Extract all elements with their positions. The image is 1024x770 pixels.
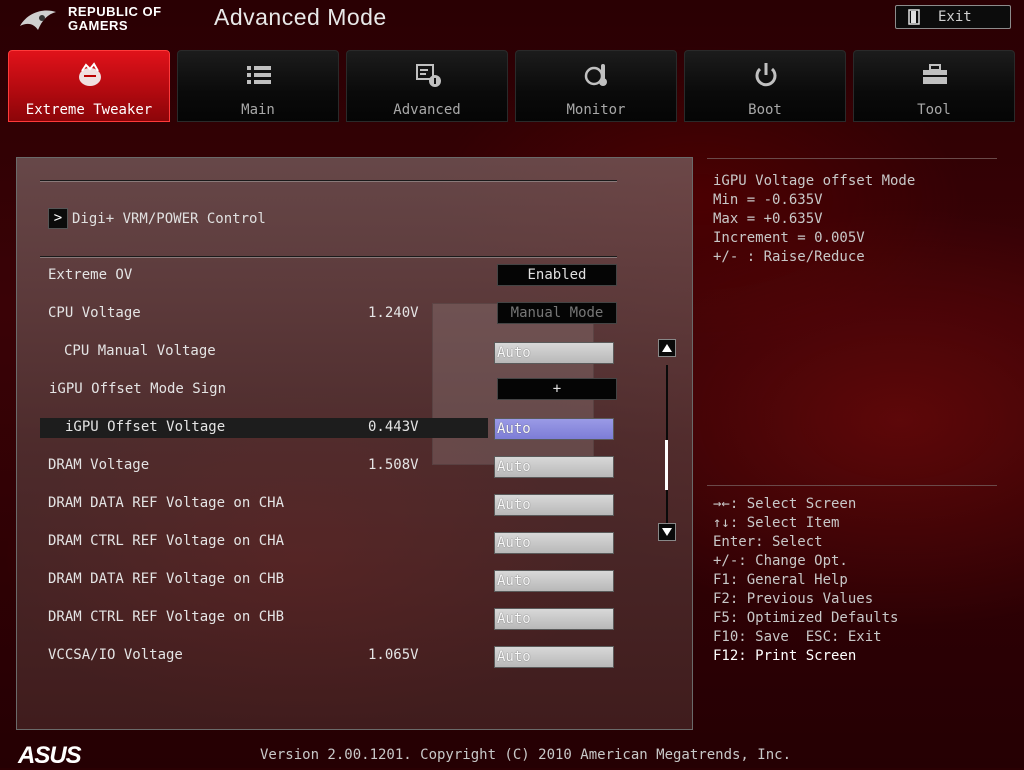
field-value: Auto	[497, 345, 531, 361]
cpu-voltage-select[interactable]: Manual Mode	[497, 302, 617, 324]
key-hint: F12: Print Screen	[713, 648, 857, 664]
help-description: iGPU Voltage offset Mode Min = -0.635V Max…	[713, 172, 915, 267]
tab-main[interactable]: Main	[177, 50, 339, 122]
submenu-label: Digi+ VRM/POWER Control	[72, 211, 266, 227]
help-line: Min = -0.635V	[713, 192, 823, 208]
tab-label: Tool	[917, 102, 951, 118]
help-line: +/- : Raise/Reduce	[713, 249, 865, 265]
setting-label: CPU Voltage	[48, 305, 141, 321]
toolbox-icon	[923, 64, 947, 84]
key-hint: ↑↓: Select Item	[713, 515, 840, 531]
setting-label: Extreme OV	[48, 267, 133, 283]
dram-ctrl-ref-cha-input[interactable]: Auto	[494, 532, 614, 554]
chevron-right-icon: >	[48, 208, 68, 229]
thermometer-icon	[584, 64, 607, 86]
setting-value: 1.240V	[368, 305, 419, 321]
scroll-up-button[interactable]	[658, 339, 676, 357]
brand-text: REPUBLIC OF GAMERS	[68, 5, 162, 33]
setting-value: 1.065V	[368, 647, 419, 663]
key-hint: F2: Previous Values	[713, 591, 874, 607]
setting-label: DRAM DATA REF Voltage on CHA	[48, 495, 285, 511]
setting-label: DRAM DATA REF Voltage on CHB	[48, 571, 285, 587]
help-divider	[707, 158, 997, 159]
exit-button[interactable]: Exit	[895, 5, 1011, 29]
key-hint: F10: Save ESC: Exit	[713, 629, 882, 645]
key-hint: →←: Select Screen	[713, 496, 857, 512]
setting-value: 1.508V	[368, 457, 419, 473]
field-value: Auto	[497, 611, 531, 627]
triangle-down-icon	[662, 528, 672, 536]
key-hint: Enter: Select	[713, 534, 823, 550]
settings-monitor-icon	[416, 64, 441, 87]
brand-line-1: REPUBLIC OF	[68, 4, 162, 19]
field-value: Auto	[497, 421, 531, 437]
tab-label: Boot	[748, 102, 782, 118]
tab-extreme-tweaker[interactable]: Extreme Tweaker	[8, 50, 170, 122]
field-value: Manual Mode	[510, 305, 604, 321]
field-value: Auto	[497, 649, 531, 665]
divider	[40, 256, 617, 258]
setting-label: DRAM CTRL REF Voltage on CHA	[48, 533, 285, 549]
list-icon	[247, 66, 271, 84]
tab-tool[interactable]: Tool	[853, 50, 1015, 122]
page-title: Advanced Mode	[214, 4, 387, 30]
field-value: Enabled	[527, 267, 587, 283]
tab-monitor[interactable]: Monitor	[515, 50, 677, 122]
header-bar: REPUBLIC OF GAMERS Advanced Mode Exit	[0, 0, 1024, 40]
exit-label: Exit	[938, 9, 972, 25]
field-value: Auto	[497, 497, 531, 513]
field-value: Auto	[497, 535, 531, 551]
triangle-up-icon	[662, 344, 672, 352]
setting-label: DRAM Voltage	[48, 457, 150, 473]
help-line: Max = +0.635V	[713, 211, 823, 227]
setting-label: DRAM CTRL REF Voltage on CHB	[48, 609, 285, 625]
rog-logo-icon	[20, 10, 56, 31]
key-hint: +/-: Change Opt.	[713, 553, 848, 569]
setting-value: 0.443V	[368, 419, 419, 435]
tab-label: Advanced	[393, 102, 461, 118]
extreme-tweaker-icon	[79, 62, 101, 86]
setting-label: iGPU Offset Voltage	[65, 419, 226, 435]
setting-label: VCCSA/IO Voltage	[48, 647, 183, 663]
key-legend: →←: Select Screen ↑↓: Select Item Enter: S…	[713, 495, 898, 666]
help-line: Increment = 0.005V	[713, 230, 865, 246]
tab-bar: Extreme Tweaker Main Advanced Monitor Bo…	[8, 50, 1016, 122]
igpu-offset-voltage-input[interactable]: Auto	[494, 418, 614, 440]
divider	[40, 180, 617, 182]
vccsa-io-voltage-input[interactable]: Auto	[494, 646, 614, 668]
cpu-manual-voltage-input[interactable]: Auto	[494, 342, 614, 364]
tab-label: Main	[241, 102, 275, 118]
scrollbar-thumb[interactable]	[665, 440, 668, 490]
scroll-down-button[interactable]	[658, 523, 676, 541]
tab-advanced[interactable]: Advanced	[346, 50, 508, 122]
dram-ctrl-ref-chb-input[interactable]: Auto	[494, 608, 614, 630]
brand-line-2: GAMERS	[68, 18, 129, 33]
asus-logo: ASUS	[18, 742, 82, 769]
exit-door-icon	[908, 9, 920, 25]
igpu-offset-sign-select[interactable]: +	[497, 378, 617, 400]
setting-row-igpu-offset-voltage: iGPU Offset Voltage 0.443V	[40, 418, 488, 438]
dram-data-ref-chb-input[interactable]: Auto	[494, 570, 614, 592]
setting-label: iGPU Offset Mode Sign	[49, 381, 227, 397]
field-value: Auto	[497, 573, 531, 589]
power-icon	[755, 63, 777, 87]
setting-label: CPU Manual Voltage	[64, 343, 216, 359]
field-value: Auto	[497, 459, 531, 475]
extreme-ov-select[interactable]: Enabled	[497, 264, 617, 286]
version-text: Version 2.00.1201. Copyright (C) 2010 Am…	[260, 747, 792, 763]
tab-label: Monitor	[566, 102, 626, 118]
help-line: iGPU Voltage offset Mode	[713, 173, 916, 189]
tab-boot[interactable]: Boot	[684, 50, 846, 122]
tab-label: Extreme Tweaker	[25, 102, 153, 118]
key-hint: F1: General Help	[713, 572, 848, 588]
dram-voltage-input[interactable]: Auto	[494, 456, 614, 478]
field-value: +	[552, 381, 562, 397]
key-hint: F5: Optimized Defaults	[713, 610, 899, 626]
help-divider	[707, 485, 997, 486]
dram-data-ref-cha-input[interactable]: Auto	[494, 494, 614, 516]
